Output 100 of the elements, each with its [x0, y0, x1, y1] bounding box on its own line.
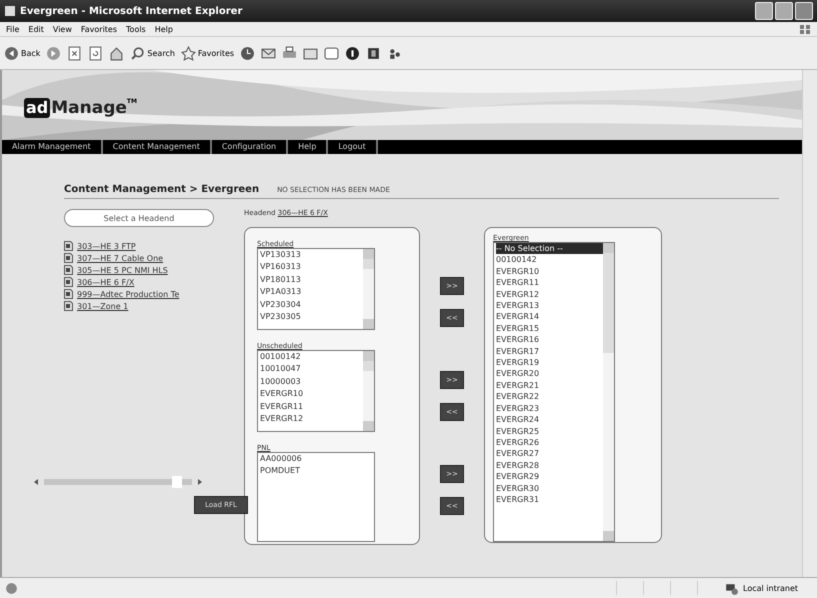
search-button[interactable]: Search: [130, 46, 175, 60]
print-icon[interactable]: [282, 46, 298, 60]
list-option[interactable]: 00100142: [496, 254, 603, 266]
list-option[interactable]: EVERGR10: [496, 266, 603, 278]
list-option[interactable]: EVERGR16: [496, 334, 603, 346]
trademark: TM: [126, 98, 137, 105]
list-option[interactable]: EVERGR10: [260, 388, 363, 401]
history-icon[interactable]: [240, 46, 256, 60]
list-option[interactable]: 10000003: [260, 376, 363, 388]
menu-item[interactable]: Help: [154, 24, 173, 34]
edit-icon[interactable]: [303, 46, 318, 60]
list-option[interactable]: EVERGR25: [496, 426, 603, 437]
close-button[interactable]: [795, 2, 813, 20]
list-option[interactable]: -- No Selection --: [496, 243, 603, 254]
document-icon: [64, 289, 73, 299]
list-option[interactable]: 10010047: [260, 363, 363, 376]
left-arrow-icon[interactable]: [32, 478, 40, 486]
breadcrumb: Content Management > Evergreen: [64, 184, 260, 195]
list-box[interactable]: 00100142 10010047 10000003 EVERGR10 EVERGR11 EVERGR12: [257, 350, 375, 432]
list-option[interactable]: EVERGR11: [496, 277, 603, 289]
research-icon[interactable]: [366, 46, 382, 60]
zone-label: Local intranet: [743, 584, 800, 592]
list-option[interactable]: EVERGR30: [496, 482, 603, 494]
list-box[interactable]: [493, 242, 615, 542]
menu-item[interactable]: Tools: [126, 24, 146, 34]
headend-link[interactable]: 303—HE 3 FTP: [77, 242, 136, 250]
list-option[interactable]: EVERGR11: [260, 400, 363, 414]
list-option[interactable]: EVERGR13: [496, 300, 603, 312]
logo-mark: ad: [24, 98, 50, 118]
list-box[interactable]: AA000006 POMDUET: [257, 452, 375, 542]
list-option[interactable]: EVERGR12: [260, 413, 363, 426]
list-option[interactable]: EVERGR14: [496, 311, 603, 323]
window-title: Evergreen - Microsoft Internet Explorer: [20, 6, 244, 16]
slider-thumb[interactable]: [172, 476, 182, 488]
browser-icon: [4, 5, 16, 17]
list-option[interactable]: AA000006: [260, 453, 374, 466]
home-icon[interactable]: [109, 46, 124, 60]
logo-text: Manage: [51, 98, 127, 118]
select-headend-button[interactable]: Select a Headend: [64, 209, 214, 227]
list-option[interactable]: VP230304: [260, 298, 363, 312]
page-icon: [4, 580, 19, 596]
headend-link[interactable]: 305—HE 5 PC NMI HLS: [77, 266, 168, 274]
headend-link[interactable]: 306—HE 6 F/X: [77, 278, 134, 286]
document-icon: [64, 241, 73, 251]
list-option[interactable]: EVERGR31: [496, 494, 603, 506]
list-option[interactable]: POMDUET: [260, 465, 374, 478]
right-arrow-icon[interactable]: [196, 478, 204, 486]
star-icon: [180, 46, 196, 60]
document-icon: [64, 265, 73, 275]
list-option[interactable]: VP130313: [260, 249, 363, 262]
nav-tab[interactable]: Configuration: [212, 140, 288, 154]
list-option[interactable]: EVERGR15: [496, 322, 603, 334]
discuss-icon[interactable]: [324, 46, 340, 60]
nav-tab[interactable]: Logout: [328, 140, 378, 154]
menu-item[interactable]: View: [52, 24, 72, 34]
list-option[interactable]: EVERGR21: [496, 380, 603, 392]
list-option[interactable]: EVERGR28: [496, 460, 603, 472]
headend-link[interactable]: 301—Zone 1: [77, 302, 128, 310]
list-option[interactable]: EVERGR26: [496, 436, 603, 448]
list-option[interactable]: EVERGR24: [496, 414, 603, 426]
headend-link[interactable]: 999—Adtec Production Te: [77, 290, 180, 298]
headend-link[interactable]: 307—HE 7 Cable One: [77, 254, 164, 262]
list-option[interactable]: EVERGR29: [496, 471, 603, 483]
list-option[interactable]: EVERGR27: [496, 448, 603, 460]
nav-tab[interactable]: Alarm Management: [2, 140, 103, 154]
back-button[interactable]: Back: [4, 46, 40, 60]
list-option[interactable]: EVERGR17: [496, 346, 603, 358]
document-icon: [64, 253, 73, 263]
document-icon: [64, 277, 73, 287]
nav-tab[interactable]: Content Management: [102, 140, 212, 154]
slider[interactable]: [32, 478, 204, 486]
back-icon: [4, 46, 19, 60]
refresh-icon[interactable]: [88, 46, 104, 60]
windows-flag-icon: [799, 23, 811, 35]
list-option[interactable]: 00100142: [260, 351, 363, 364]
messenger-icon[interactable]: [345, 46, 360, 60]
scrollbar[interactable]: [603, 243, 614, 541]
list-option[interactable]: EVERGR20: [496, 368, 603, 380]
list-option[interactable]: VP230305: [260, 311, 363, 324]
list-box[interactable]: VP130313 VP160313 VP180113 VP1A0313 VP230304 VP230305: [257, 248, 375, 330]
list-option[interactable]: VP160313: [260, 261, 363, 274]
menu-item[interactable]: Edit: [28, 24, 44, 34]
list-option[interactable]: EVERGR19: [496, 357, 603, 368]
list-option[interactable]: EVERGR22: [496, 391, 603, 403]
nav-tab[interactable]: Help: [288, 140, 328, 154]
menu-item[interactable]: File: [6, 24, 20, 34]
list-option[interactable]: EVERGR23: [496, 402, 603, 414]
mail-icon[interactable]: [261, 46, 276, 60]
stop-icon[interactable]: [67, 46, 82, 60]
list-option[interactable]: VP1A0313: [260, 286, 363, 299]
menu-item[interactable]: Favorites: [80, 24, 118, 34]
search-icon: [130, 46, 146, 60]
document-icon: [64, 301, 73, 311]
list-option[interactable]: VP180113: [260, 274, 363, 286]
forward-icon[interactable]: [46, 46, 62, 60]
scrollbar[interactable]: [363, 351, 374, 431]
scrollbar[interactable]: [363, 249, 374, 329]
favorites-button[interactable]: Favorites: [180, 46, 234, 60]
page-scrollbar[interactable]: [802, 70, 817, 577]
list-option[interactable]: EVERGR12: [496, 288, 603, 300]
